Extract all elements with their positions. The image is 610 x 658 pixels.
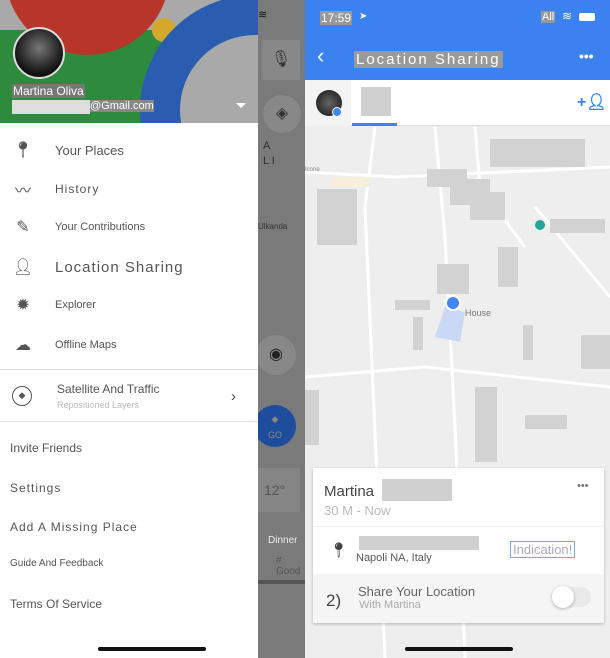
page-title: Location Sharing [354, 51, 503, 68]
home-indicator [98, 647, 206, 651]
directions-icon: ◆ [271, 414, 279, 424]
layers-icon: ◆ [12, 386, 32, 406]
location-sharing-screen: 17:59 ➤ All ≋ ‹ Location Sharing ••• +👤︎ [305, 0, 610, 658]
chevron-right-icon: › [231, 387, 236, 405]
accuracy-cone [435, 307, 465, 342]
my-location-button[interactable]: ◉ [258, 335, 296, 375]
menu-item-your-places[interactable]: 📍︎ Your Places [0, 132, 258, 168]
microphone-icon[interactable]: 🎙︎ [262, 40, 300, 80]
explore-icon: ✹ [16, 297, 30, 314]
offline-cloud-icon: ☁ [15, 337, 31, 354]
map-place-label: House [465, 308, 491, 318]
menu-item-history[interactable]: 〰 History [0, 171, 258, 207]
redacted-block [395, 300, 430, 310]
menu-item-satellite-traffic[interactable]: ◆ Satellite And Traffic Repositioned Lay… [0, 376, 258, 416]
battery-icon [579, 13, 595, 21]
account-dropdown-icon[interactable] [236, 103, 246, 108]
layers-button[interactable]: ◈ [263, 95, 301, 133]
link-add-missing-place[interactable]: Add A Missing Place [10, 520, 138, 534]
directions-go-button[interactable]: ◆ GO [258, 405, 296, 447]
redacted-block [490, 139, 585, 167]
history-icon: 〰 [14, 183, 31, 200]
layers-subtitle: Repositioned Layers [57, 400, 140, 410]
wifi-icon: ≋ [258, 9, 268, 21]
redacted-block [437, 264, 469, 294]
sharing-duration: 30 M - Now [324, 503, 391, 518]
location-badge [332, 107, 342, 117]
redacted-block [305, 390, 319, 445]
tab-self[interactable] [305, 80, 351, 126]
divider [0, 369, 258, 370]
map-label: Ulkanda [258, 222, 288, 231]
pin-icon: 📍︎ [329, 542, 349, 559]
link-terms[interactable]: Terms Of Service [10, 597, 102, 611]
redacted-block [475, 387, 497, 462]
user-name: Martina Oliva [12, 84, 85, 98]
home-indicator [405, 647, 513, 651]
directions-button[interactable]: Indication! [510, 541, 576, 558]
navigation-drawer: Martina Oliva @Gmail.com 📍︎ Your Places 〰… [0, 0, 258, 658]
avatar[interactable] [13, 27, 65, 79]
redacted-block [470, 192, 505, 220]
share-location-toggle[interactable] [552, 586, 591, 608]
place-card-title: Dinner [268, 535, 298, 546]
map-label: L I [263, 155, 275, 167]
menu-item-contributions[interactable]: ✎ Your Contributions [0, 209, 258, 245]
contributions-icon: ✎ [16, 219, 30, 236]
redacted-block [550, 219, 605, 233]
add-person-icon[interactable]: +👤︎ [577, 92, 607, 112]
account-header: Martina Oliva @Gmail.com [0, 0, 258, 123]
redacted-block [498, 247, 518, 287]
location-sharing-icon: 👤︎ [12, 259, 34, 276]
redacted-address [359, 536, 479, 550]
card-more-icon[interactable]: ••• [577, 480, 589, 492]
tab-contact[interactable] [352, 80, 397, 126]
people-tabs: +👤︎ [305, 80, 610, 126]
link-guide-feedback[interactable]: Guide And Feedback [10, 558, 103, 569]
carrier: All [541, 11, 556, 23]
more-options-icon[interactable]: ••• [579, 48, 594, 64]
redacted-block [413, 317, 423, 350]
redacted-surname [382, 479, 452, 501]
place-card-sub: # Good [276, 555, 301, 577]
pin-icon: 📍︎ [12, 142, 34, 159]
share-location-row: 2) Share Your Location With Martina [313, 574, 604, 623]
divider [0, 421, 258, 422]
dimmed-map-background: ≋ 🎙︎ ◈ A L I Ulkanda ◉ ◆ GO 12° Dinner # … [258, 0, 305, 658]
map-road-label: Icone [305, 167, 320, 173]
menu-item-location-sharing[interactable]: 👤︎ Location Sharing [0, 249, 258, 285]
link-invite-friends[interactable]: Invite Friends [10, 441, 82, 455]
person-card: Martina ••• 30 M - Now 📍︎ Napoli NA, Ita… [313, 468, 604, 623]
address-city: Napoli NA, Italy [356, 552, 432, 564]
redacted-block [525, 415, 567, 429]
wifi-icon: ≋ [562, 9, 573, 23]
redacted-block [581, 335, 610, 369]
layers-title: Satellite And Traffic [57, 382, 160, 396]
menu-item-explore[interactable]: ✹ Explorer [0, 287, 258, 323]
map-road [305, 365, 610, 389]
email-redacted [12, 100, 90, 114]
app-bar: 17:59 ➤ All ≋ ‹ Location Sharing ••• [305, 0, 610, 80]
location-arrow-icon: ➤ [359, 11, 368, 22]
share-subtitle: With Martina [359, 599, 421, 611]
redacted-block [523, 325, 533, 360]
status-time: 17:59 [320, 11, 353, 25]
map-label: A [263, 140, 271, 152]
poi-marker [535, 220, 545, 230]
back-button[interactable]: ‹ [317, 45, 324, 67]
share-title: Share Your Location [358, 584, 476, 599]
weather-chip: 12° [258, 468, 300, 512]
email-suffix: @Gmail.com [90, 100, 154, 112]
link-settings[interactable]: Settings [10, 481, 61, 495]
person-name: Martina [324, 483, 375, 500]
user-location-dot [445, 295, 461, 311]
menu-item-offline-maps[interactable]: ☁ Offline Maps [0, 327, 258, 363]
redacted-block [317, 189, 357, 245]
